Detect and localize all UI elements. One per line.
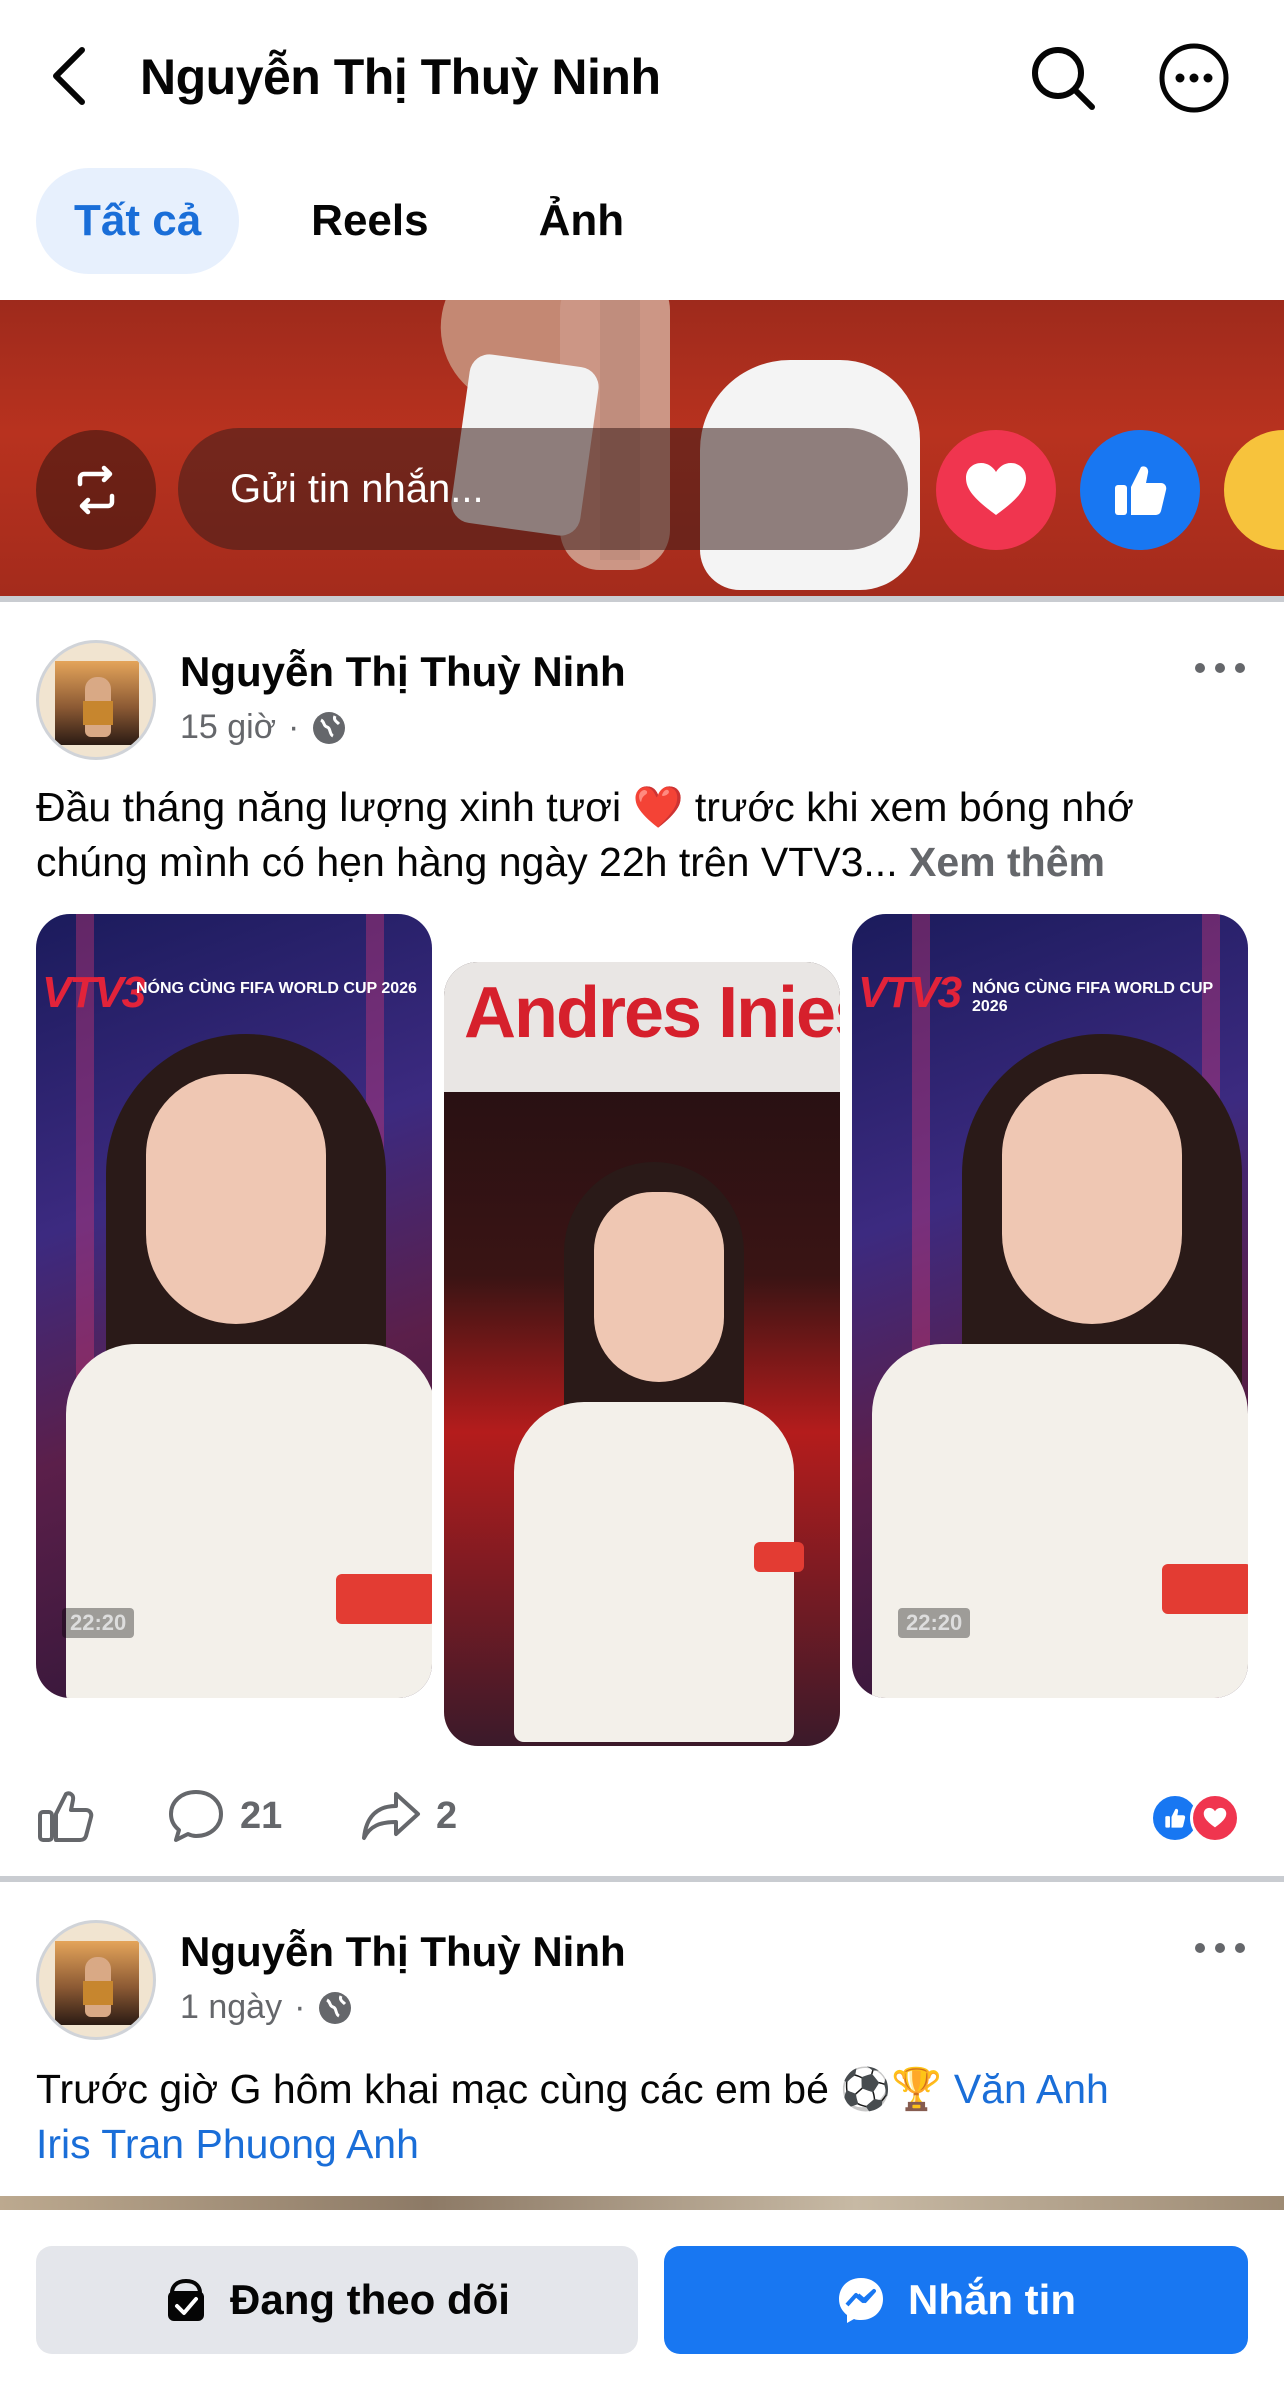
post-more-icon[interactable] bbox=[1190, 648, 1250, 688]
channel-logo: VTV3 bbox=[42, 968, 146, 1017]
section-divider bbox=[0, 596, 1284, 602]
thumbs-up-outline-icon bbox=[38, 1791, 94, 1842]
photo-figure-face bbox=[594, 1192, 724, 1382]
channel-logo: VTV3 bbox=[858, 968, 962, 1017]
message-button[interactable]: Nhắn tin bbox=[664, 2246, 1248, 2354]
globe-icon bbox=[313, 711, 346, 744]
post-caption: Trước giờ G hôm khai mạc cùng các em bé … bbox=[36, 2062, 1256, 2172]
post-author-name[interactable]: Nguyễn Thị Thuỳ Ninh bbox=[180, 1928, 626, 1976]
post-photo[interactable]: VTV3 NÓNG CÙNG FIFA WORLD CUP 2026 22:20 bbox=[36, 914, 432, 1698]
top-bar: Nguyễn Thị Thuỳ Ninh bbox=[0, 0, 1284, 160]
post-caption-line: Đầu tháng năng lượng xinh tươi ❤️ trước … bbox=[36, 784, 1134, 830]
share-button[interactable]: 2 bbox=[360, 1786, 457, 1846]
avatar-image-figure bbox=[83, 1981, 113, 2005]
heart-icon bbox=[1203, 1807, 1227, 1828]
meta-separator: · bbox=[294, 1988, 306, 2026]
video-timestamp: 22:20 bbox=[62, 1608, 135, 1638]
tagged-user-link[interactable]: Iris Tran Phuong Anh bbox=[36, 2121, 419, 2167]
post-caption-line: chúng mình có hẹn hàng ngày 22h trên VTV… bbox=[36, 835, 1256, 890]
photo-figure-shirt bbox=[872, 1344, 1248, 1698]
heart-icon bbox=[966, 463, 1026, 515]
channel-caption: NÓNG CÙNG FIFA WORLD CUP 2026 bbox=[972, 980, 1213, 1015]
messenger-icon bbox=[839, 2278, 883, 2323]
filter-tabs: Tất cả Reels Ảnh bbox=[36, 168, 662, 276]
like-reaction-button[interactable] bbox=[1080, 430, 1200, 550]
like-button[interactable] bbox=[36, 1786, 96, 1846]
post-timestamp[interactable]: 1 ngày bbox=[180, 1988, 282, 2027]
tab-photos[interactable]: Ảnh bbox=[501, 168, 663, 274]
photo-figure-face bbox=[146, 1074, 326, 1324]
story-message-input[interactable]: Gửi tin nhắn... bbox=[178, 428, 908, 550]
photo-figure-sleeve bbox=[1162, 1564, 1248, 1614]
video-timestamp: 22:20 bbox=[898, 1608, 971, 1638]
photo-figure-sleeve bbox=[754, 1542, 804, 1572]
tab-all[interactable]: Tất cả bbox=[36, 168, 240, 274]
avatar[interactable] bbox=[36, 640, 156, 760]
globe-icon bbox=[319, 1991, 352, 2024]
share-icon bbox=[362, 1792, 420, 1840]
comment-button[interactable]: 21 bbox=[166, 1786, 282, 1846]
more-horizontal-icon[interactable] bbox=[1156, 40, 1232, 116]
heart-reaction-button[interactable] bbox=[936, 430, 1056, 550]
following-label: Đang theo dõi bbox=[230, 2276, 510, 2323]
post-photo[interactable]: Andres Inies bbox=[444, 962, 840, 1746]
post-caption: Đầu tháng năng lượng xinh tươi ❤️ trước … bbox=[36, 780, 1256, 890]
photo-figure-shirt bbox=[66, 1344, 432, 1698]
search-icon[interactable] bbox=[1024, 40, 1100, 116]
photo-figure-shirt bbox=[514, 1402, 794, 1742]
following-button[interactable]: Đang theo dõi bbox=[36, 2246, 638, 2354]
post-author-name[interactable]: Nguyễn Thị Thuỳ Ninh bbox=[180, 648, 626, 696]
photo-figure-sleeve bbox=[336, 1574, 432, 1624]
thumbs-up-icon bbox=[1165, 1808, 1186, 1828]
post-caption-text: Trước giờ G hôm khai mạc cùng các em bé … bbox=[36, 2066, 943, 2112]
next-photo-peek bbox=[0, 2196, 1284, 2210]
comment-icon bbox=[169, 1790, 223, 1842]
tagged-user-link[interactable]: Văn Anh bbox=[954, 2066, 1109, 2112]
repost-icon bbox=[77, 465, 115, 515]
comment-count: 21 bbox=[240, 1794, 283, 1837]
avatar[interactable] bbox=[36, 1920, 156, 2040]
repost-button[interactable] bbox=[36, 430, 156, 550]
heart-reaction-badge bbox=[1190, 1793, 1240, 1843]
post-meta: 15 giờ · bbox=[180, 708, 347, 747]
share-count: 2 bbox=[436, 1794, 458, 1837]
channel-caption: NÓNG CÙNG FIFA WORLD CUP 2026 bbox=[136, 980, 417, 997]
section-divider bbox=[0, 1876, 1284, 1882]
photo-figure-face bbox=[1002, 1074, 1182, 1324]
post-more-icon[interactable] bbox=[1190, 1928, 1250, 1968]
post-timestamp[interactable]: 15 giờ bbox=[180, 708, 276, 747]
meta-separator: · bbox=[288, 708, 300, 746]
post-photo[interactable]: VTV3 NÓNG CÙNG FIFA WORLD CUP 2026 22:20 bbox=[852, 914, 1248, 1698]
avatar-image-figure bbox=[83, 701, 113, 725]
see-more-link[interactable]: Xem thêm bbox=[909, 839, 1105, 885]
post-meta: 1 ngày · bbox=[180, 1988, 353, 2027]
tab-reels[interactable]: Reels bbox=[273, 168, 466, 274]
bottom-action-bar: Đang theo dõi Nhắn tin bbox=[0, 2210, 1284, 2385]
post-caption-text: chúng mình có hẹn hàng ngày 22h trên VTV… bbox=[36, 839, 898, 885]
photo-banner-text: Andres Inies bbox=[444, 962, 840, 1092]
thumbs-up-icon bbox=[1115, 466, 1167, 515]
message-label: Nhắn tin bbox=[908, 2276, 1076, 2323]
following-icon bbox=[168, 2278, 204, 2321]
reaction-summary[interactable] bbox=[1150, 1793, 1250, 1843]
page-title: Nguyễn Thị Thuỳ Ninh bbox=[140, 49, 661, 105]
chevron-left-icon[interactable] bbox=[46, 44, 98, 108]
